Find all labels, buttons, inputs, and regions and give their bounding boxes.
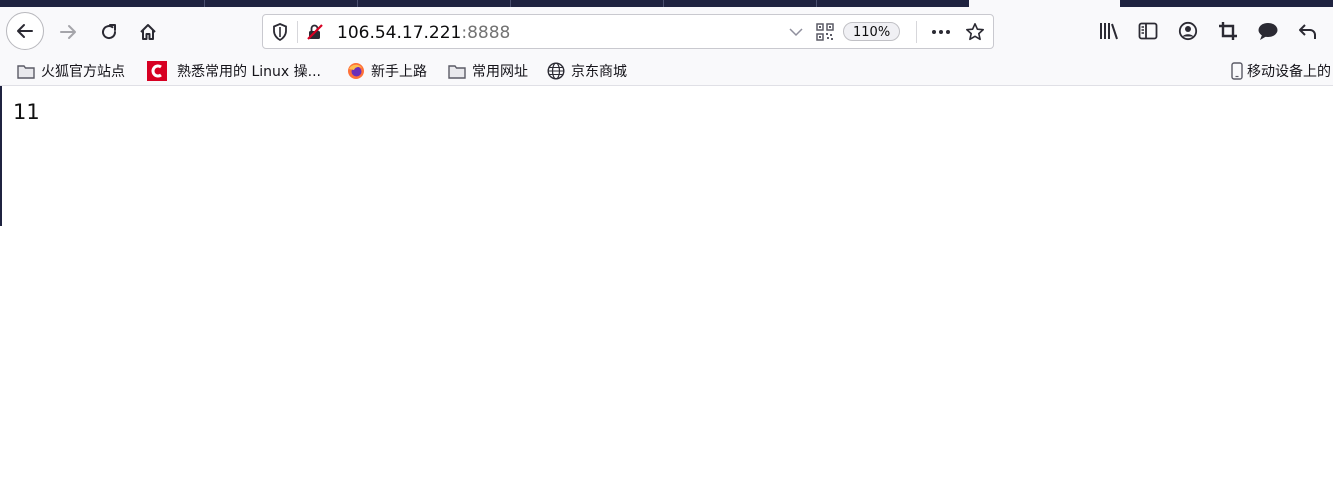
zoom-reset-button[interactable]: 110% — [843, 22, 901, 41]
bookmark-label: 熟悉常用的 Linux 操... — [177, 64, 321, 80]
account-icon — [1178, 21, 1198, 41]
page-content: 11 — [0, 86, 1333, 489]
bookmark-label: 新手上路 — [371, 64, 427, 80]
window-edge — [0, 86, 2, 226]
bookmark-label: 常用网址 — [472, 64, 528, 80]
bookmark-label: 京东商城 — [571, 64, 627, 80]
reload-button[interactable] — [96, 19, 122, 45]
insecure-lock-icon[interactable] — [306, 23, 324, 45]
globe-icon — [547, 62, 565, 80]
screenshot-button[interactable] — [1216, 19, 1240, 43]
forward-button[interactable] — [55, 19, 81, 45]
account-button[interactable] — [1176, 19, 1200, 43]
bookmarks-toolbar: 火狐官方站点 熟悉常用的 Linux 操... 新手上路 常用网址 京东商城 移… — [0, 57, 1333, 86]
mobile-icon — [1231, 62, 1243, 80]
bookmark-linux[interactable]: 熟悉常用的 Linux 操... — [147, 61, 321, 81]
bookmark-getting-started[interactable]: 新手上路 — [347, 61, 427, 81]
bookmark-folder-common[interactable]: 常用网址 — [448, 61, 528, 81]
bookmark-star-icon[interactable] — [965, 22, 985, 46]
bookmark-jd[interactable]: 京东商城 — [547, 61, 627, 81]
bookmark-label: 移动设备上的 — [1247, 64, 1331, 80]
chat-bubble-icon — [1258, 23, 1278, 40]
shield-icon[interactable] — [272, 23, 288, 45]
crop-icon — [1219, 22, 1237, 40]
mobile-bookmarks-folder[interactable]: 移动设备上的 — [1231, 61, 1331, 81]
chevron-down-icon[interactable] — [788, 24, 804, 44]
qr-code-icon[interactable] — [816, 23, 834, 45]
firefox-icon — [347, 62, 365, 80]
tab-separator — [663, 0, 664, 7]
arrow-right-icon — [60, 25, 76, 39]
tab-active[interactable] — [969, 0, 1120, 7]
url-bar[interactable]: 106.54.17.221:8888 110% — [262, 14, 994, 49]
url-divider — [297, 21, 298, 43]
tab-separator — [816, 0, 817, 7]
bookmark-folder-firefox[interactable]: 火狐官方站点 — [17, 61, 125, 81]
undo-button[interactable] — [1296, 19, 1320, 43]
url-port: :8888 — [461, 23, 511, 43]
tab-separator — [357, 0, 358, 7]
tab-strip — [0, 0, 1333, 7]
undo-arrow-icon — [1299, 24, 1316, 39]
url-divider — [916, 21, 917, 43]
chat-button[interactable] — [1256, 19, 1280, 43]
sidebar-button[interactable] — [1136, 19, 1160, 43]
bookmark-label: 火狐官方站点 — [41, 64, 125, 80]
tab-separator — [510, 0, 511, 7]
url-text[interactable]: 106.54.17.221:8888 — [337, 23, 510, 43]
library-icon — [1100, 23, 1118, 40]
more-actions-icon[interactable] — [930, 23, 952, 45]
navigation-toolbar: 106.54.17.221:8888 110% — [0, 7, 1333, 57]
red-c-icon — [147, 61, 167, 81]
tab-separator — [204, 0, 205, 7]
home-icon — [140, 24, 156, 40]
sidebar-icon — [1138, 22, 1158, 40]
reload-icon — [102, 24, 117, 40]
arrow-left-icon — [17, 24, 33, 38]
folder-icon — [17, 62, 35, 80]
page-body-text: 11 — [13, 100, 40, 124]
library-button[interactable] — [1097, 19, 1121, 43]
folder-icon — [448, 62, 466, 80]
back-button[interactable] — [6, 12, 44, 50]
home-button[interactable] — [135, 19, 161, 45]
url-host: 106.54.17.221 — [337, 23, 462, 43]
